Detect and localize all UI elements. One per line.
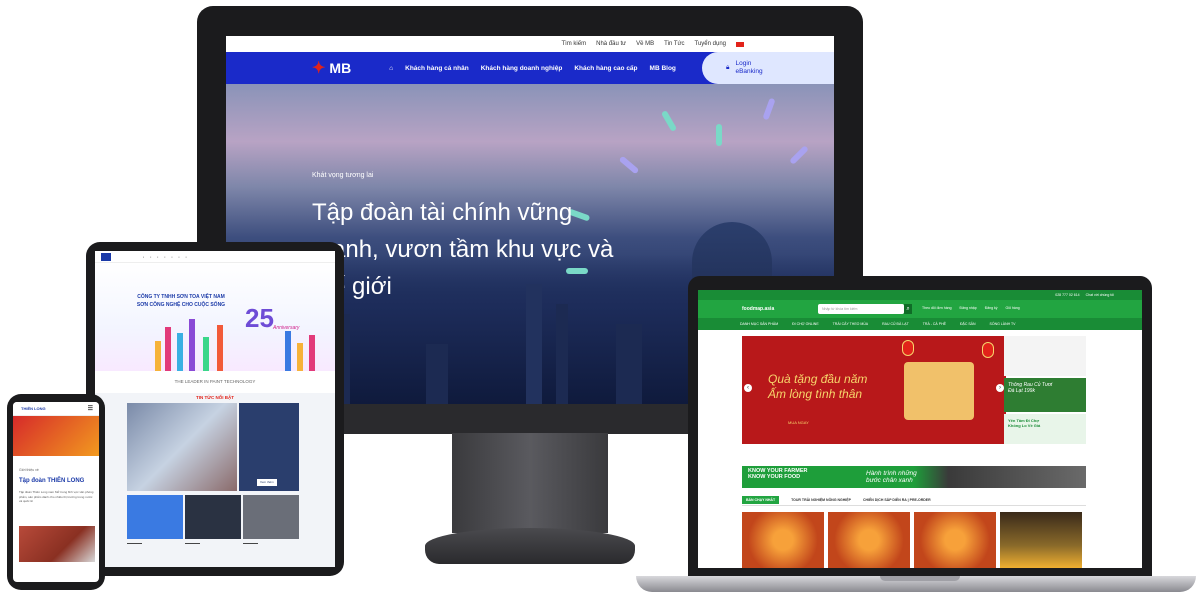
laptop-notch: [880, 576, 960, 581]
toa-tagline: THE LEADER IN PAINT TECHNOLOGY: [95, 371, 335, 393]
hotline[interactable]: 028 777 02 614: [1055, 293, 1079, 297]
category-item[interactable]: TRÁI CÂY THEO MÙA: [833, 322, 868, 326]
about-kicker: Giới thiệu về: [19, 468, 39, 472]
toa-nav: ▪ ▪ ▪ ▪ ▪ ▪ ▪: [95, 251, 335, 263]
chevron-left-icon[interactable]: ‹: [744, 384, 752, 392]
mb-nav-bar: ✦ MB ⌂ Khách hàng cá nhân Khách hàng doa…: [226, 52, 834, 84]
product-tabs: BÁN CHẠY NHẤT TOUR TRẢI NGHIỆM NÔNG NGHI…: [742, 494, 1086, 506]
flag-icon[interactable]: [736, 41, 744, 47]
menu-icon[interactable]: ☰: [88, 405, 93, 412]
buy-now-button[interactable]: MUA NGAY: [788, 420, 809, 425]
side-banner-middle[interactable]: Thông Rau Củ Tươi Đà Lạt 199k: [1004, 378, 1086, 412]
track-order-link[interactable]: Theo dõi đơn hàng: [922, 306, 952, 310]
tab-bestseller[interactable]: BÁN CHẠY NHẤT: [742, 495, 780, 504]
monitor-stand: [452, 433, 608, 533]
gift-box: [904, 362, 974, 420]
toa-news-card[interactable]: [127, 495, 183, 539]
chat-link[interactable]: Chat với chúng tôi: [1086, 293, 1114, 297]
search-icon[interactable]: ⌕: [904, 304, 912, 314]
category-item[interactable]: SỐNG LÀNH TV: [990, 322, 1016, 326]
about-text: Tập đoàn Thiên Long nam Mở trong lĩnh vự…: [19, 490, 94, 503]
search-input[interactable]: Nhập từ khóa tìm kiếm: [818, 304, 904, 314]
side-banner-text: Thông Rau Củ Tươi Đà Lạt 199k: [1008, 382, 1053, 394]
header-actions: Theo dõi đơn hàng Đăng nhập Đăng ký Giỏ …: [922, 306, 1020, 310]
toa-news-more-button[interactable]: Xem thêm: [257, 479, 277, 486]
mb-util-about[interactable]: Về MB: [636, 41, 654, 47]
category-item[interactable]: ĐẶC SẢN: [960, 322, 976, 326]
mb-util-search[interactable]: Tìm kiếm: [561, 41, 586, 47]
news-caption: ▬▬▬▬▬: [185, 541, 200, 545]
toa-news-heading: TIN TỨC NỔI BẬT: [196, 395, 234, 400]
tab-tour[interactable]: TOUR TRẢI NGHIỆM NÔNG NGHIỆP: [791, 498, 851, 502]
category-bar: DANH MỤC SẢN PHẨM ĐI CHỢ ONLINE TRÁI CÂY…: [698, 318, 1142, 330]
about-title: Tập đoàn THIÊN LONG: [19, 478, 85, 484]
login-label: Login eBanking: [735, 60, 763, 75]
news-caption: ▬▬▬▬▬: [127, 541, 142, 545]
star-icon: ✦: [312, 60, 326, 77]
chevron-right-icon[interactable]: ›: [996, 384, 1004, 392]
banner-title: Quà tặng đầu năm Ấm lòng tình thân: [768, 372, 868, 401]
product-card[interactable]: [828, 512, 910, 568]
toa-hero-title: CÔNG TY TNHH SƠN TOA VIỆT NAM SƠN CÔNG N…: [136, 294, 226, 308]
toa-hero: CÔNG TY TNHH SƠN TOA VIỆT NAM SƠN CÔNG N…: [95, 263, 335, 371]
mb-utility-bar: Tìm kiếm Nhà đầu tư Về MB Tin Tức Tuyển …: [226, 36, 834, 52]
farmer-strip-banner[interactable]: KNOW YOUR FARMER KNOW YOUR FOOD Hành trì…: [742, 466, 1086, 488]
foodmap-logo[interactable]: foodmap.asia: [742, 306, 774, 312]
anniversary-number: 25: [245, 303, 274, 333]
category-item[interactable]: TRÀ - CÀ PHÊ: [923, 322, 946, 326]
mb-logo[interactable]: ✦ MB: [312, 58, 351, 78]
strip-slogan: KNOW YOUR FARMER KNOW YOUR FOOD: [748, 468, 808, 480]
side-banner-text: Yên Tâm Đi Chợ Không Lo Về Giá: [1008, 418, 1041, 428]
monitor-base: [425, 528, 635, 564]
mb-util-investor[interactable]: Nhà đầu tư: [596, 41, 626, 47]
product-card[interactable]: [914, 512, 996, 568]
mb-menu: ⌂ Khách hàng cá nhân Khách hàng doanh ng…: [389, 65, 676, 72]
toa-logo[interactable]: [101, 253, 111, 261]
strip-tagline: Hành trình những bước chân xanh: [866, 470, 917, 484]
category-item[interactable]: RAU CỦ ĐÀ LẠT: [882, 322, 909, 326]
category-item[interactable]: ĐI CHỢ ONLINE: [792, 322, 819, 326]
toa-news-summary[interactable]: Xem thêm: [239, 403, 299, 491]
mb-menu-blog[interactable]: MB Blog: [650, 65, 676, 72]
foodmap-website: 028 777 02 614 Chat với chúng tôi foodma…: [698, 290, 1142, 568]
mb-brand-text: MB: [329, 60, 352, 76]
register-link[interactable]: Đăng ký: [985, 306, 998, 310]
side-banner-top[interactable]: [1004, 336, 1086, 376]
mb-menu-business[interactable]: Khách hàng doanh nghiệp: [481, 65, 563, 72]
product-card[interactable]: [742, 512, 824, 568]
mb-menu-personal[interactable]: Khách hàng cá nhân: [405, 65, 469, 72]
thienlong-header: THIÊN LONG ☰: [13, 402, 99, 416]
thienlong-hero: [13, 416, 99, 456]
hero-kicker: Khát vọng tương lai: [312, 172, 374, 179]
product-card[interactable]: [1000, 512, 1082, 568]
mb-menu-premium[interactable]: Khách hàng cao cấp: [574, 65, 637, 72]
toa-news-image[interactable]: [127, 403, 237, 491]
tab-preorder[interactable]: CHIẾN DỊCH SẮP DIỄN RA | PRE-ORDER: [863, 498, 931, 502]
thienlong-logo[interactable]: THIÊN LONG: [21, 406, 46, 411]
category-menu[interactable]: DANH MỤC SẢN PHẨM: [740, 322, 778, 326]
about-image: [19, 526, 95, 562]
hero-title: Tập đoàn tài chính vững mạnh, vươn tầm k…: [312, 199, 614, 300]
promo-banner[interactable]: Quà tặng đầu năm Ấm lòng tình thân MUA N…: [742, 336, 1006, 444]
login-link[interactable]: Đăng nhập: [960, 306, 977, 310]
mb-util-news[interactable]: Tin Tức: [664, 41, 684, 47]
side-banner-bottom[interactable]: Yên Tâm Đi Chợ Không Lo Về Giá: [1004, 414, 1086, 444]
news-caption: ▬▬▬▬▬: [243, 541, 258, 545]
foodmap-header: foodmap.asia Nhập từ khóa tìm kiếm ⌕ The…: [698, 300, 1142, 318]
lock-icon: 🔒︎: [726, 64, 730, 71]
mb-util-careers[interactable]: Tuyển dụng: [695, 41, 726, 47]
toa-website: ▪ ▪ ▪ ▪ ▪ ▪ ▪ CÔNG TY TNHH SƠN TOA VIỆT NAM SƠ…: [95, 251, 335, 567]
home-icon[interactable]: ⌂: [389, 65, 393, 72]
cart-button[interactable]: Giỏ hàng: [1006, 306, 1020, 310]
foodmap-utility-bar: 028 777 02 614 Chat với chúng tôi: [698, 290, 1142, 300]
login-ebanking-button[interactable]: 🔒︎ Login eBanking: [702, 52, 834, 84]
toa-news-card[interactable]: [243, 495, 299, 539]
thienlong-website: THIÊN LONG ☰ Giới thiệu về Tập đoàn THIÊ…: [13, 402, 99, 582]
toa-news-card[interactable]: [185, 495, 241, 539]
